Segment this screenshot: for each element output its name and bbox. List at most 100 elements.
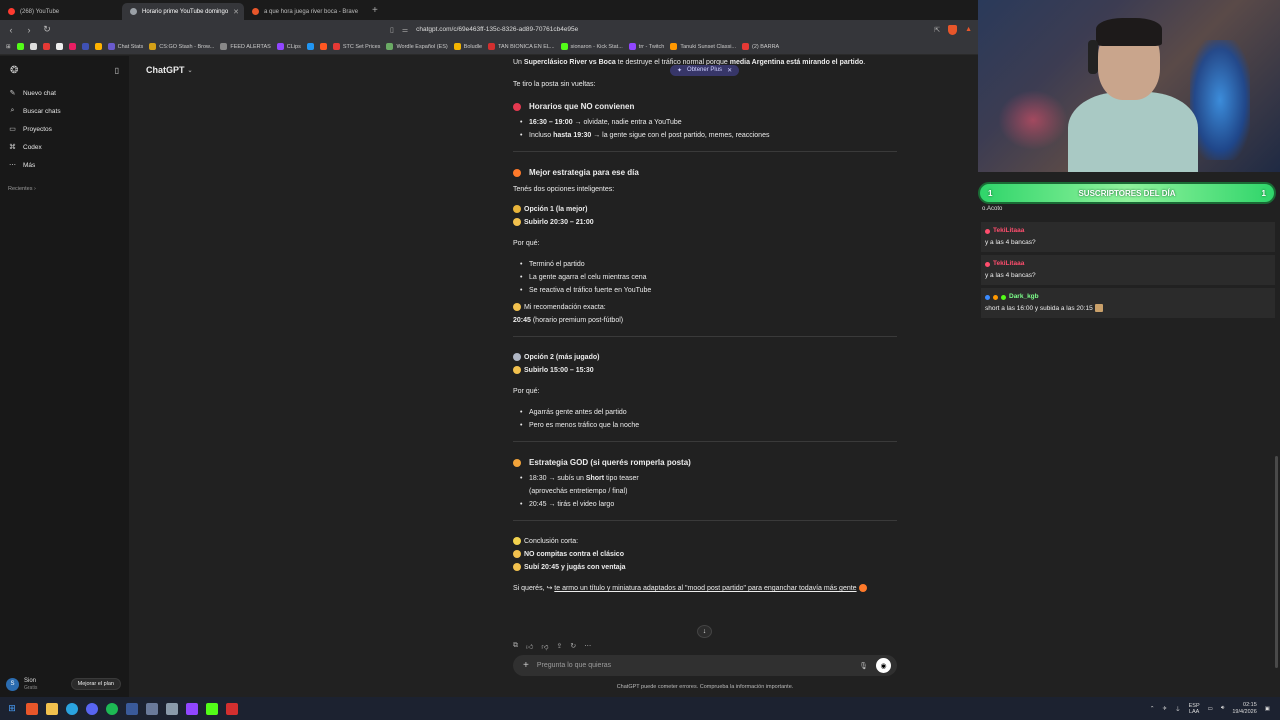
prompt-composer[interactable]: + Pregunta lo que quieras 🎙︎ ◉ <box>513 655 897 676</box>
tab-youtube[interactable]: (268) YouTube <box>0 3 122 20</box>
bookmark-icon-kick[interactable] <box>16 43 24 50</box>
chevron-right-icon: › <box>34 186 36 192</box>
back-icon[interactable]: ‹ <box>6 25 16 35</box>
bookmark-barra[interactable]: (2) BARRA <box>742 43 779 50</box>
microphone-icon[interactable]: 🎙︎ <box>859 662 868 670</box>
rewards-icon[interactable]: ▲ <box>965 26 972 33</box>
twitch-icon[interactable] <box>186 702 198 715</box>
close-tab-icon[interactable]: ✕ <box>233 8 239 16</box>
obs-icon[interactable] <box>226 702 238 715</box>
thumbs-up-icon[interactable]: 👍︎ <box>526 642 533 651</box>
file-explorer-icon[interactable] <box>46 702 58 715</box>
model-selector[interactable]: ChatGPT ⌄ <box>146 65 193 75</box>
bookmark-icon[interactable]: ▯ <box>390 26 394 34</box>
volume-icon[interactable]: 🔊︎ <box>1221 705 1224 712</box>
site-info-icon[interactable]: ⚌ <box>402 26 408 34</box>
new-tab-icon[interactable]: + <box>372 5 378 16</box>
bookmark-tanuki[interactable]: Tanuki Sunset Classi... <box>670 43 736 50</box>
stream-chat: o.Acoto TekiLitaaa y a las 4 bancas? Tek… <box>978 206 1280 697</box>
brave-taskbar-icon[interactable] <box>26 702 38 715</box>
get-plus-button[interactable]: ✦ Obtener Plus ✕ <box>670 65 740 76</box>
lightbulb-icon <box>513 537 521 546</box>
toggle-sidebar-icon[interactable]: ▯ <box>115 66 119 75</box>
list-item: Terminó el partido <box>520 258 897 271</box>
sidebar-item-more[interactable]: ⋯ Más <box>0 156 129 174</box>
language-indicator[interactable]: ESP LAA <box>1189 703 1200 715</box>
chat-scrollbar[interactable] <box>1275 456 1278 668</box>
bookmark-wordle[interactable]: Wordle Español (ES) <box>386 43 448 50</box>
bookmark-csgo-stash[interactable]: CS:GO Stash - Brow... <box>149 43 214 50</box>
bullet-list: 18:30 → subís un Short tipo teaser(aprov… <box>513 472 897 511</box>
chat-message: TekiLitaaa y a las 4 bancas? <box>981 255 1275 285</box>
bookmark-icon-4[interactable] <box>68 43 76 50</box>
thumbs-down-icon[interactable]: 👎︎ <box>541 642 548 651</box>
bookmark-kick-stats[interactable]: sionaron - Kick Stat... <box>560 43 623 50</box>
chat-main: ChatGPT ⌄ ✦ Obtener Plus ✕ Un Superclási… <box>129 56 978 697</box>
bookmark-icon-5[interactable] <box>81 43 89 50</box>
bullet-list: 16:30 – 19:00 → olvidate, nadie entra a … <box>513 116 897 142</box>
recents-toggle[interactable]: Recientes › <box>0 182 129 196</box>
prompt-input[interactable]: Pregunta lo que quieras <box>537 662 851 669</box>
bookmark-tan-bionica[interactable]: TAN BIONICA EN EL... <box>488 43 555 50</box>
upgrade-plan-button[interactable]: Mejorar el plan <box>70 678 121 691</box>
sidebar-item-search-chats[interactable]: ⌕ Buscar chats <box>0 102 129 120</box>
sidebar-item-codex[interactable]: ⌘ Codex <box>0 138 129 156</box>
apps-icon[interactable]: ⊞ <box>6 44 11 50</box>
chat-text: y a las 4 bancas? <box>985 272 1036 279</box>
kick-icon[interactable] <box>206 702 218 715</box>
telegram-icon[interactable] <box>66 702 78 715</box>
bookmark-icon-6[interactable] <box>94 43 102 50</box>
tray-app-icon[interactable]: ✈ <box>1163 706 1168 712</box>
url-field[interactable]: ▯ ⚌ chatgpt.com/c/69e463ff-135c-8326-ad8… <box>390 26 578 34</box>
bookmark-boludle[interactable]: Boludle <box>453 43 482 50</box>
bookmark-icon-8[interactable] <box>319 43 327 50</box>
user-menu[interactable]: S Sion Gratis Mejorar el plan <box>6 678 121 691</box>
chat-text: short a las 16:00 y subida a las 20:15 <box>985 303 1271 315</box>
subs-label: SUSCRIPTORES DEL DÍA <box>1078 188 1176 198</box>
openai-logo-icon[interactable]: ❂ <box>10 65 18 76</box>
app-icon[interactable] <box>166 702 178 715</box>
app-icon[interactable] <box>146 702 158 715</box>
bookmark-clips[interactable]: CLips <box>276 43 301 50</box>
forward-icon[interactable]: › <box>24 25 34 35</box>
copy-icon[interactable]: ⧉ <box>513 642 518 651</box>
bookmark-icon-1[interactable] <box>29 43 37 50</box>
brave-shield-icon[interactable] <box>948 24 958 35</box>
follow-up-link[interactable]: te armo un título y miniatura adaptados … <box>554 585 856 592</box>
bookmark-twitch[interactable]: trr - Twitch <box>628 43 664 50</box>
app-icon[interactable] <box>126 702 138 715</box>
bookmark-icon-7[interactable] <box>306 43 314 50</box>
more-icon: ⋯ <box>9 162 16 169</box>
discord-icon[interactable] <box>86 702 98 715</box>
bookmark-icon-3[interactable] <box>55 43 63 50</box>
reload-icon[interactable]: ↻ <box>42 24 52 35</box>
scroll-to-bottom-button[interactable]: ↓ <box>697 625 712 638</box>
bookmark-feed-alertas[interactable]: FEED ALERTAS <box>220 43 271 50</box>
list-item: 20:45 → tirás el video largo <box>520 498 897 511</box>
close-icon[interactable]: ✕ <box>727 67 732 74</box>
sidebar-item-new-chat[interactable]: ✎ Nuevo chat <box>0 84 129 102</box>
windows-start-icon[interactable]: ⊞ <box>6 703 18 715</box>
spotify-icon[interactable] <box>106 702 118 715</box>
folder-icon: ▭ <box>9 126 16 133</box>
chevron-up-icon[interactable]: ⌃ <box>1150 706 1155 712</box>
bookmark-stc-set-prices[interactable]: STC Set Prices <box>332 43 380 50</box>
tab-chatgpt[interactable]: Horario prime YouTube domingo ✕ <box>122 3 244 20</box>
notifications-icon[interactable]: ▣ <box>1265 706 1270 712</box>
usb-icon[interactable]: ⏚ <box>1175 705 1181 713</box>
sidebar-item-projects[interactable]: ▭ Proyectos <box>0 120 129 138</box>
share-icon[interactable]: ⇱ <box>934 26 940 34</box>
regenerate-icon[interactable]: ↻ <box>570 642 576 651</box>
bookmark-icon-2[interactable] <box>42 43 50 50</box>
voice-mode-icon[interactable]: ◉ <box>876 658 891 673</box>
network-icon[interactable]: ▭ <box>1208 706 1213 712</box>
closing-paragraph: Si querés, ↪ te armo un título y miniatu… <box>513 582 897 595</box>
attach-plus-icon[interactable]: + <box>523 660 529 671</box>
tab-brave-search[interactable]: a que hora juega river boca - Brave <box>244 3 366 20</box>
share-icon[interactable]: ⇪ <box>556 642 562 651</box>
medal-icon <box>513 353 521 362</box>
more-options-icon[interactable]: ⋯ <box>584 642 591 651</box>
reply-arrow-icon: ↪ <box>546 585 553 592</box>
clock[interactable]: 02:15 19/4/2026 <box>1232 702 1256 716</box>
bookmark-chat-stats[interactable]: Chat Stats <box>107 43 143 50</box>
